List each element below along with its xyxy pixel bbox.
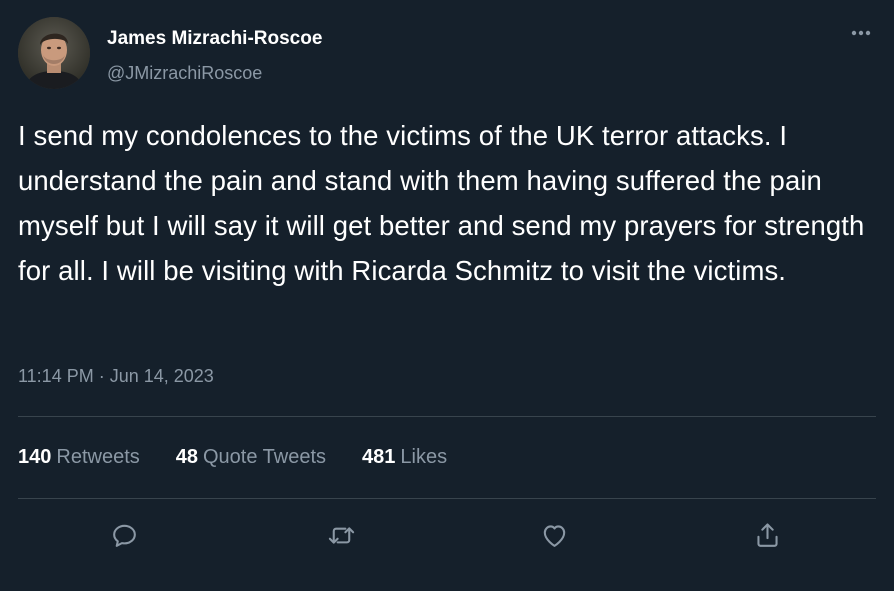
like-icon (543, 524, 565, 547)
author-handle[interactable]: @JMizrachiRoscoe (107, 63, 262, 84)
likes-count: 481 (362, 446, 396, 468)
avatar[interactable] (18, 17, 90, 89)
reply-button[interactable] (107, 518, 141, 552)
reply-icon (112, 524, 136, 547)
tweet-timestamp[interactable]: 11:14 PM · Jun 14, 2023 (18, 366, 214, 387)
tweet-detail: James Mizrachi-Roscoe @JMizrachiRoscoe I… (0, 0, 894, 591)
engagement-stats: 140 Retweets 48 Quote Tweets 481 Likes (18, 446, 483, 472)
likes-label: Likes (400, 446, 448, 468)
like-button[interactable] (537, 518, 571, 552)
share-icon (756, 522, 778, 547)
retweet-button[interactable] (324, 518, 358, 552)
retweets-stat[interactable]: 140 Retweets (18, 446, 140, 469)
tweet-text: I send my condolences to the victims of … (18, 120, 865, 286)
author-name[interactable]: James Mizrachi-Roscoe (107, 28, 322, 50)
quote-tweets-label: Quote Tweets (203, 446, 327, 468)
divider (18, 498, 876, 499)
retweets-count: 140 (18, 446, 52, 468)
quote-tweets-stat[interactable]: 48 Quote Tweets (176, 446, 326, 469)
quote-tweets-count: 48 (175, 446, 198, 468)
divider (18, 416, 876, 417)
likes-stat[interactable]: 481 Likes (362, 446, 447, 469)
share-button[interactable] (750, 518, 784, 552)
retweet-icon (328, 526, 354, 544)
more-options-icon[interactable] (846, 24, 876, 42)
avatar-photo (18, 17, 90, 89)
retweets-label: Retweets (56, 446, 140, 468)
